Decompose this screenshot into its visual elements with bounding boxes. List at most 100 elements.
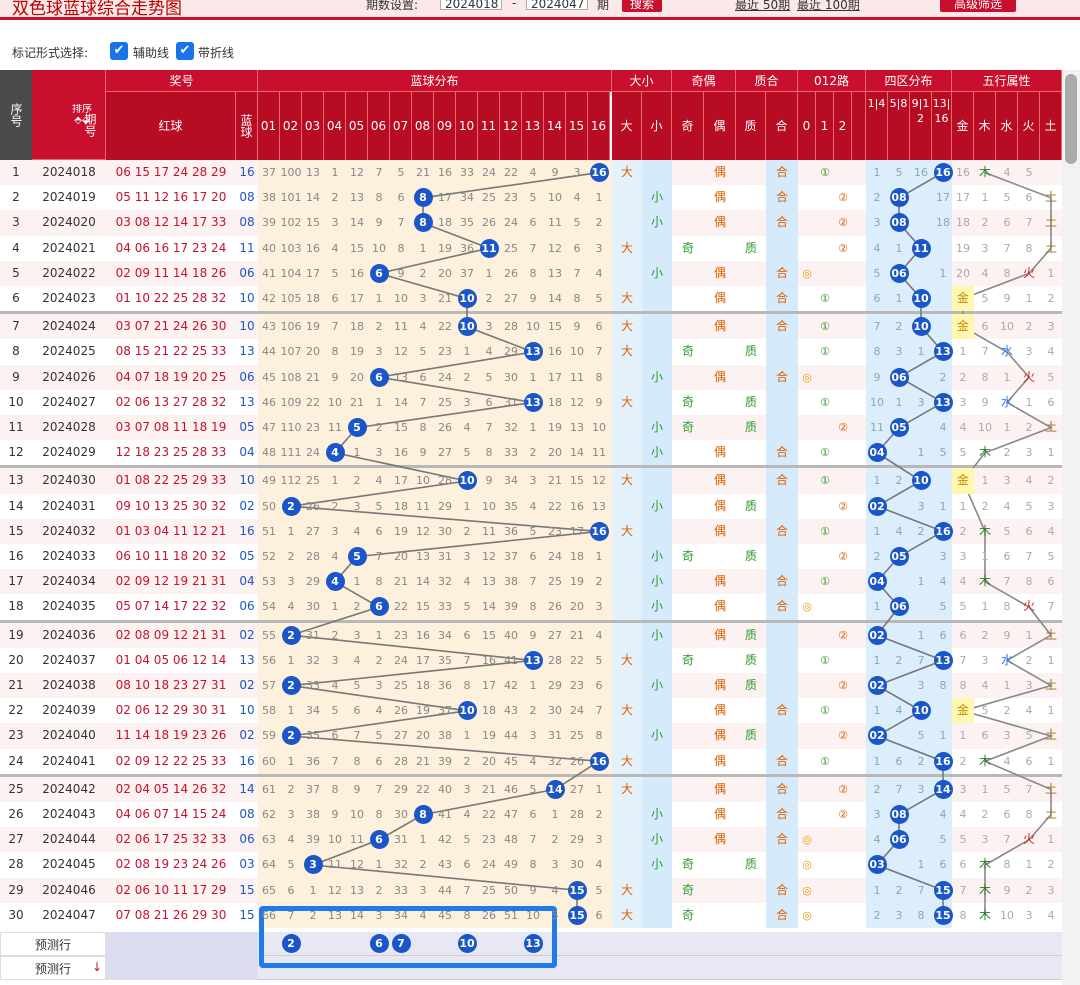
range-dash: - <box>512 0 517 10</box>
element-omission: 2 <box>1003 704 1011 718</box>
blue-ball-hit: 13 <box>523 392 543 412</box>
size-big: 大 <box>620 652 633 667</box>
from-issue-input[interactable]: 2024018 <box>440 0 502 11</box>
parity-even: 偶 <box>713 369 726 384</box>
size-small: 小 <box>650 445 663 460</box>
scrollbar-thumb[interactable] <box>1065 74 1077 164</box>
assist-line-checkbox[interactable]: ✔ <box>110 42 128 60</box>
row-blue: 06 <box>239 832 255 847</box>
omission-value: 13 <box>328 908 342 922</box>
blue-ball-hit: 10 <box>457 317 477 337</box>
element-omission: 5 <box>959 446 967 460</box>
omission-value: 3 <box>419 292 427 305</box>
element-omission: 8 <box>1003 600 1011 614</box>
row-seq: 19 <box>8 627 24 642</box>
predict-ball[interactable]: 6 <box>369 934 389 953</box>
row-red: 12 18 23 25 28 33 <box>115 445 227 460</box>
size-big: 大 <box>620 882 633 897</box>
omission-value: 5 <box>595 292 603 305</box>
omission-value: 12 <box>416 524 430 538</box>
omission-value: 26 <box>438 421 452 434</box>
omission-value: 10 <box>570 345 584 359</box>
size-small: 小 <box>650 599 663 614</box>
omission-value: 25 <box>394 679 408 692</box>
omission-value: 16 <box>438 166 452 179</box>
zone-omission: 16 <box>914 166 928 179</box>
row-issue: 2024021 <box>42 240 96 255</box>
predict-ball[interactable]: 10 <box>457 934 477 953</box>
omission-value: 58 <box>262 704 276 718</box>
predict-ball[interactable]: 13 <box>523 934 543 953</box>
element-hit: 土 <box>1044 190 1057 205</box>
size-small: 小 <box>650 728 663 743</box>
polyline-checkbox[interactable]: ✔ <box>176 42 194 60</box>
sort-toggle[interactable]: 排序 ⬘⬙ <box>70 104 94 126</box>
header-element-0: 金 <box>952 92 974 160</box>
zone-ball-hit: 08 <box>889 213 909 233</box>
omission-value: 7 <box>331 754 339 768</box>
omission-value: 16 <box>548 345 562 359</box>
omission-value: 1 <box>463 729 471 743</box>
omission-value: 24 <box>504 216 518 230</box>
omission-value: 21 <box>306 370 320 384</box>
element-omission: 3 <box>1003 729 1011 743</box>
element-omission: 1 <box>1047 754 1055 768</box>
element-hit: 金 <box>952 286 974 312</box>
element-omission: 4 <box>959 575 967 589</box>
recent-50-link[interactable]: 最近 50期 <box>735 0 790 13</box>
omission-value: 35 <box>504 499 518 513</box>
element-omission: 5 <box>1025 166 1033 179</box>
omission-value: 8 <box>375 575 383 589</box>
omission-value: 7 <box>529 575 537 589</box>
omission-value: 4 <box>375 704 383 718</box>
road-mark: ① <box>820 395 830 409</box>
omission-value: 27 <box>394 729 408 743</box>
omission-value: 9 <box>485 474 493 488</box>
element-omission: 1 <box>959 345 967 359</box>
parity-even: 偶 <box>713 265 726 280</box>
omission-value: 27 <box>548 628 562 642</box>
omission-value: 3 <box>287 808 295 821</box>
size-small: 小 <box>650 265 663 280</box>
element-omission: 9 <box>981 395 989 409</box>
omission-value: 15 <box>570 474 584 488</box>
predict-ball[interactable]: 7 <box>391 934 411 953</box>
period-unit: 期 <box>597 0 610 12</box>
omission-value: 42 <box>438 833 452 847</box>
omission-value: 65 <box>262 883 276 897</box>
omission-value: 19 <box>570 575 584 589</box>
vertical-scrollbar[interactable] <box>1062 70 1080 985</box>
omission-value: 32 <box>504 421 518 434</box>
element-omission: 5 <box>1025 729 1033 743</box>
element-hit: 木 <box>978 523 991 538</box>
parity-even: 偶 <box>713 832 726 847</box>
prime-he: 合 <box>775 807 788 821</box>
blue-ball-hit: 2 <box>281 676 301 695</box>
header-road: 012路 <box>798 70 866 92</box>
element-omission: 6 <box>959 628 967 642</box>
omission-value: 32 <box>306 653 320 667</box>
search-button[interactable]: 搜索 <box>622 0 663 12</box>
omission-value: 9 <box>353 782 361 796</box>
omission-value: 3 <box>331 524 339 538</box>
omission-value: 34 <box>394 908 408 922</box>
predict-ball[interactable]: 2 <box>281 934 301 953</box>
element-hit: 金 <box>952 468 974 494</box>
parity-odd: 奇 <box>681 344 694 359</box>
road-mark: ① <box>820 524 830 538</box>
row-seq: 23 <box>8 728 24 743</box>
parity-odd: 奇 <box>681 907 694 922</box>
advanced-filter-button[interactable]: 高级筛选 <box>940 0 1016 12</box>
blue-ball-hit: 3 <box>303 855 323 875</box>
element-hit: 土 <box>1044 420 1057 434</box>
omission-value: 43 <box>504 704 518 718</box>
to-issue-input[interactable]: 2024047 <box>526 0 588 11</box>
element-hit: 火 <box>1022 599 1035 614</box>
omission-value: 7 <box>463 883 471 897</box>
element-omission: 1 <box>1003 370 1011 384</box>
omission-value: 21 <box>482 782 496 796</box>
recent-100-link[interactable]: 最近 100期 <box>797 0 860 13</box>
omission-value: 6 <box>529 216 537 230</box>
omission-value: 63 <box>262 833 276 847</box>
road-mark: ◎ <box>802 908 812 922</box>
